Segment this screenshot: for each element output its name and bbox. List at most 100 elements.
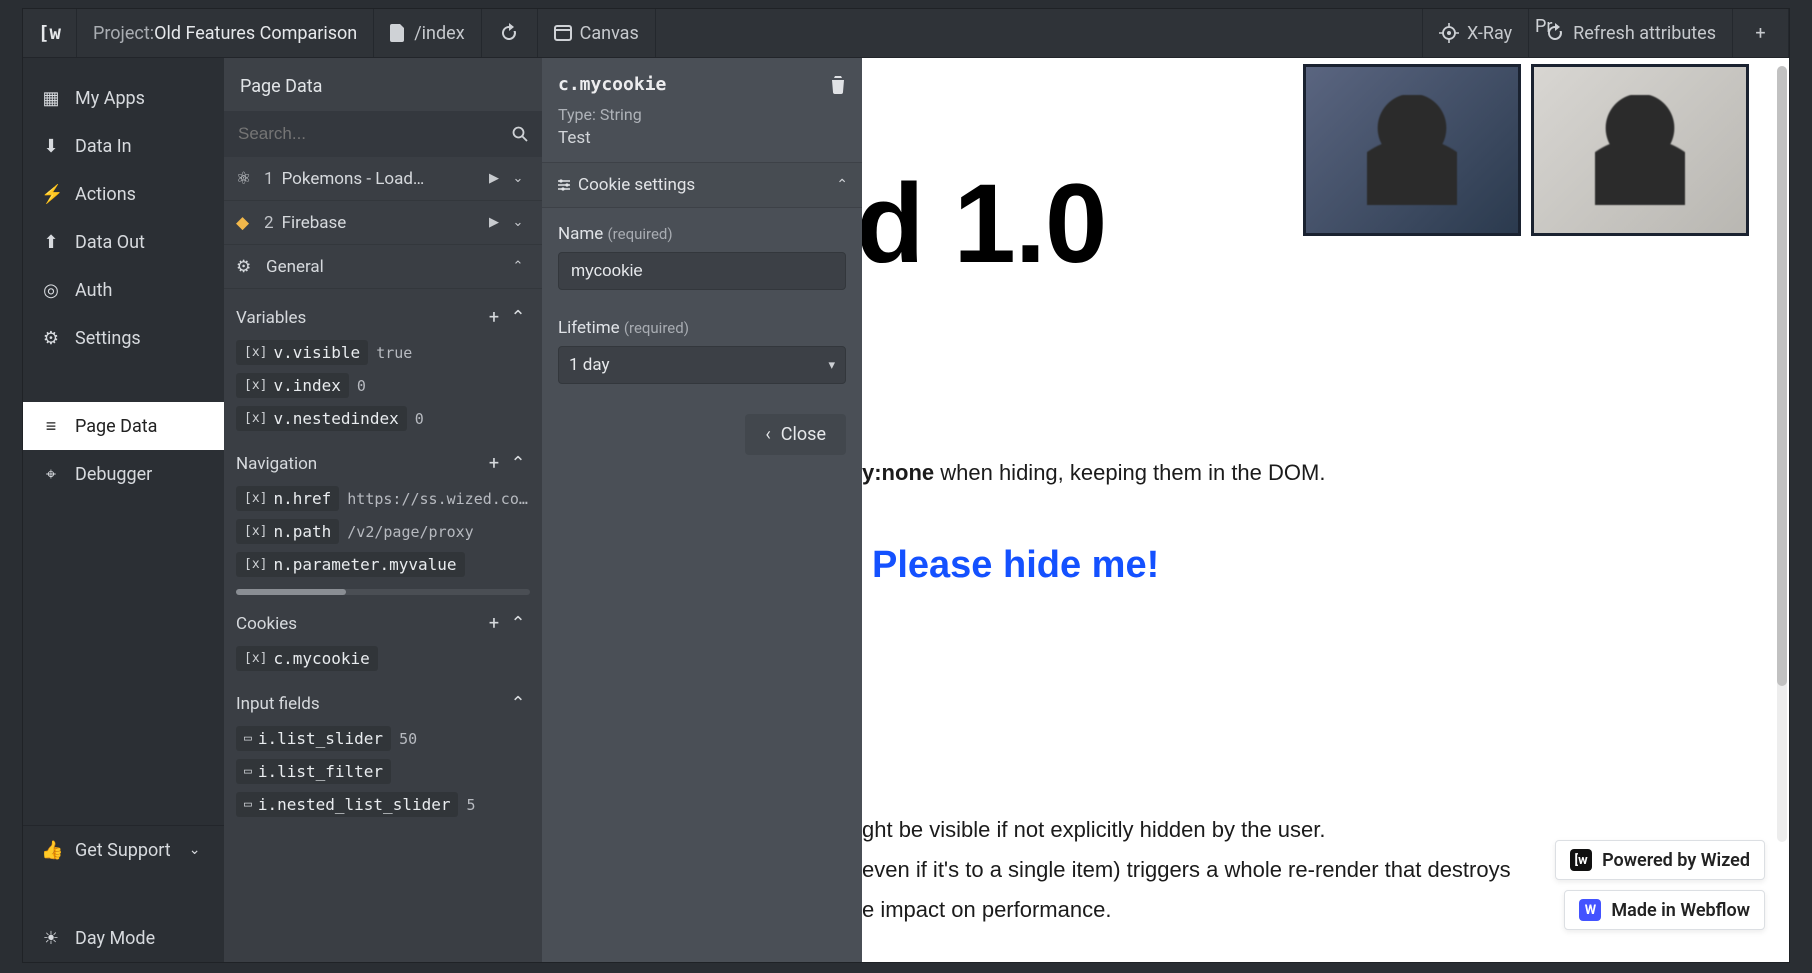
sidebar-item-actions[interactable]: ⚡ Actions [23,170,224,218]
play-icon[interactable]: ▶ [482,215,506,230]
code-icon: [x] [244,378,267,393]
powered-by-wized-badge[interactable]: [w Powered by Wized [1555,840,1765,880]
page-icon [390,24,406,42]
sidebar-item-label: Data In [75,136,132,157]
sliders-icon [556,177,578,193]
frame-icon: ▭ [244,797,252,812]
doc-paragraph: y:none when hiding, keeping them in the … [862,460,1789,486]
input-row[interactable]: ▭i.nested_list_slider 5 [224,788,542,821]
input-row[interactable]: ▭i.list_slider 50 [224,722,542,755]
panel-scroll[interactable]: ⚛ 1 Pokemons - Load… ▶ ⌄ ◆ 2 Firebase ▶ … [224,157,542,962]
sidebar-item-label: Auth [75,280,112,301]
sidebar-item-label: Data Out [75,232,145,253]
sidebar-item-data-in[interactable]: ⬇ Data In [23,122,224,170]
play-icon[interactable]: ▶ [482,171,506,186]
cookie-row[interactable]: [x]c.mycookie [224,642,542,675]
delete-button[interactable] [830,76,846,94]
sidebar-item-auth[interactable]: ◎ Auth [23,266,224,314]
sidebar-item-page-data[interactable]: ≡ Page Data [23,402,224,450]
select-caret-icon: ▾ [828,358,835,373]
variable-row[interactable]: [x]v.visible true [224,336,542,369]
made-in-webflow-badge[interactable]: W Made in Webflow [1564,890,1765,930]
sidebar-item-debugger[interactable]: ⌖ Debugger [23,450,224,498]
navigation-row[interactable]: [x]n.href https://ss.wized.com/v2/pa [224,482,542,515]
variable-row[interactable]: [x]v.nestedindex 0 [224,402,542,435]
page-chip[interactable]: /index [374,9,481,57]
webcam-overlay-left [1303,64,1521,236]
name-input[interactable] [558,252,846,290]
type-line: Type: String [542,105,862,128]
search-input[interactable] [238,124,528,144]
chevron-down-icon[interactable]: ⌄ [506,215,530,230]
topbar: [w Project: Old Features Comparison /ind… [23,9,1789,58]
code-icon: [x] [244,524,267,539]
close-button[interactable]: ‹ Close [745,414,846,455]
add-variable-button[interactable]: + [482,307,506,328]
sidebar-item-label: Day Mode [75,928,155,949]
canvas-preview[interactable]: d 1.0 y:none when hiding, keeping them i… [862,58,1789,962]
day-mode-toggle[interactable]: ☀ Day Mode [23,914,224,962]
panel-title: Page Data [224,58,542,111]
grid-icon: ▦ [41,88,61,109]
request-row-firebase[interactable]: ◆ 2 Firebase ▶ ⌄ [224,201,542,245]
variables-header: Variables + ⌃ [224,289,542,336]
request-row-general[interactable]: ⚙ General ⌃ [224,245,542,289]
chevron-up-icon[interactable]: ⌃ [506,453,530,474]
canvas-toggle[interactable]: Canvas [538,9,656,57]
sidebar-item-label: Settings [75,328,141,349]
more-button[interactable]: + [1733,9,1789,57]
sun-icon: ☀ [41,928,61,949]
download-icon: ⬇ [41,136,61,157]
chevron-down-icon[interactable]: ⌄ [506,171,530,186]
chevron-down-icon: ⌄ [189,842,201,858]
chevron-up-icon: ⌃ [836,177,848,193]
project-chip[interactable]: Project: Old Features Comparison [77,9,374,57]
page-data-panel: Page Data ⚛ 1 Pokemons - Load… ▶ ⌄ ◆ 2 [224,58,542,962]
preview-scrollbar[interactable] [1777,66,1787,842]
sidebar-item-label: Get Support [75,840,171,861]
refresh-attributes-button[interactable]: Refresh attributes [1529,9,1733,57]
sidebar-item-my-apps[interactable]: ▦ My Apps [23,74,224,122]
gear-icon: ⚙ [236,257,258,277]
search-icon[interactable] [512,126,528,142]
add-cookie-button[interactable]: + [482,613,506,634]
xray-toggle[interactable]: X-Ray [1422,9,1529,57]
chevron-up-icon[interactable]: ⌃ [506,259,530,274]
firebase-icon: ◆ [236,213,258,233]
api-icon: ⚛ [236,169,258,189]
chevron-up-icon[interactable]: ⌃ [506,693,530,714]
frame-icon: ▭ [244,731,252,746]
sidebar-item-label: My Apps [75,88,145,109]
variable-row[interactable]: [x]v.index 0 [224,369,542,402]
code-icon: [x] [244,651,267,666]
frame-icon: ▭ [244,764,252,779]
lifetime-select[interactable]: 1 day ▾ [558,346,846,384]
request-row-pokemons[interactable]: ⚛ 1 Pokemons - Load… ▶ ⌄ [224,157,542,201]
thumb-icon: 👍 [41,840,61,861]
navigation-header: Navigation + ⌃ [224,435,542,482]
sidebar: ▦ My Apps ⬇ Data In ⚡ Actions ⬆ Data Out… [23,58,224,962]
webflow-logo-icon: W [1579,899,1601,921]
chevron-up-icon[interactable]: ⌃ [506,613,530,634]
chevron-up-icon[interactable]: ⌃ [506,307,530,328]
add-navigation-button[interactable]: + [482,453,506,474]
navigation-row[interactable]: [x]n.parameter.myvalue [224,548,542,581]
test-link[interactable]: Test [542,128,862,162]
input-row[interactable]: ▭i.list_filter [224,755,542,788]
inputs-header: Input fields ⌃ [224,675,542,722]
cookie-settings-row[interactable]: Cookie settings ⌃ [542,162,862,208]
page-refresh-button[interactable] [482,9,538,57]
name-label: Name (required) [558,224,846,244]
plus-icon: + [1755,23,1765,44]
refresh-icon [499,23,519,43]
webcam-overlay-right [1531,64,1749,236]
sidebar-item-label: Debugger [75,464,152,485]
sidebar-item-settings[interactable]: ⚙ Settings [23,314,224,362]
navigation-row[interactable]: [x]n.path /v2/page/proxy [224,515,542,548]
chevron-left-icon: ‹ [765,424,770,445]
logo[interactable]: [w [23,9,77,57]
doc-callout: Please hide me! [872,544,1789,587]
get-support-button[interactable]: 👍 Get Support ⌄ [23,826,224,874]
search-row [224,111,542,157]
sidebar-item-data-out[interactable]: ⬆ Data Out [23,218,224,266]
